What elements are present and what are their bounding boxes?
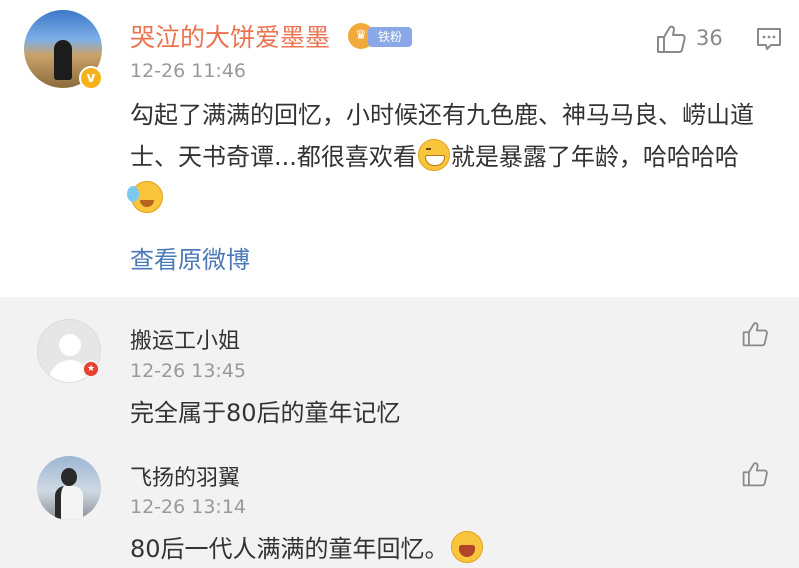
reply-time: 12-26 13:45	[130, 360, 247, 382]
reply-text: 完全属于80后的童年记忆	[130, 399, 401, 427]
avatar-figure	[54, 40, 72, 80]
main-comment-time: 12-26 11:46	[130, 60, 247, 82]
verified-badge-icon: v	[79, 66, 103, 90]
reply-text-content: 80后一代人满满的童年回忆。	[130, 535, 449, 563]
default-avatar-head	[59, 334, 81, 356]
main-comment-like-count: 36	[696, 26, 723, 50]
thumb-up-icon[interactable]	[741, 320, 769, 348]
reply-time: 12-26 13:14	[130, 496, 247, 518]
reply-icon[interactable]	[756, 26, 782, 52]
main-comment-content: 勾起了满满的回忆，小时候还有九色鹿、神马马良、崂山道士、天书奇谭...都很喜欢看…	[127, 94, 770, 220]
main-comment-text-part-2: 就是暴露了年龄，哈哈哈哈	[450, 143, 739, 171]
reply-text: 80后一代人满满的童年回忆。	[130, 529, 484, 564]
fan-badge-label: 铁粉	[368, 27, 412, 47]
reply-item: 飞扬的羽翼 12-26 13:14 80后一代人满满的童年回忆。	[0, 433, 799, 568]
main-comment-username[interactable]: 哭泣的大饼爱墨墨	[130, 18, 330, 54]
grin-emoji-icon	[417, 139, 450, 171]
sweat-emoji-icon	[127, 181, 163, 213]
laugh-emoji-icon	[450, 531, 483, 563]
reply-list: ★ 搬运工小姐 12-26 13:45 完全属于80后的童年记忆 飞扬的羽翼 1…	[0, 297, 799, 568]
view-original-post-link[interactable]: 查看原微博	[130, 240, 250, 275]
member-badge-icon: ★	[82, 360, 100, 378]
avatar-photo-body	[55, 486, 83, 520]
reply-username[interactable]: 飞扬的羽翼	[130, 460, 240, 492]
thumb-up-icon[interactable]	[655, 24, 687, 54]
thumb-up-icon[interactable]	[741, 460, 769, 488]
reply-item: ★ 搬运工小姐 12-26 13:45 完全属于80后的童年记忆	[0, 297, 799, 433]
fan-level-badge[interactable]: ♛ 铁粉	[348, 23, 412, 49]
reply-username[interactable]: 搬运工小姐	[130, 323, 240, 355]
main-comment: v 哭泣的大饼爱墨墨 ♛ 铁粉 12-26 11:46 36 勾起了满满的回忆，…	[0, 0, 799, 297]
reply-avatar[interactable]	[37, 456, 101, 520]
avatar-photo-head	[61, 468, 77, 486]
